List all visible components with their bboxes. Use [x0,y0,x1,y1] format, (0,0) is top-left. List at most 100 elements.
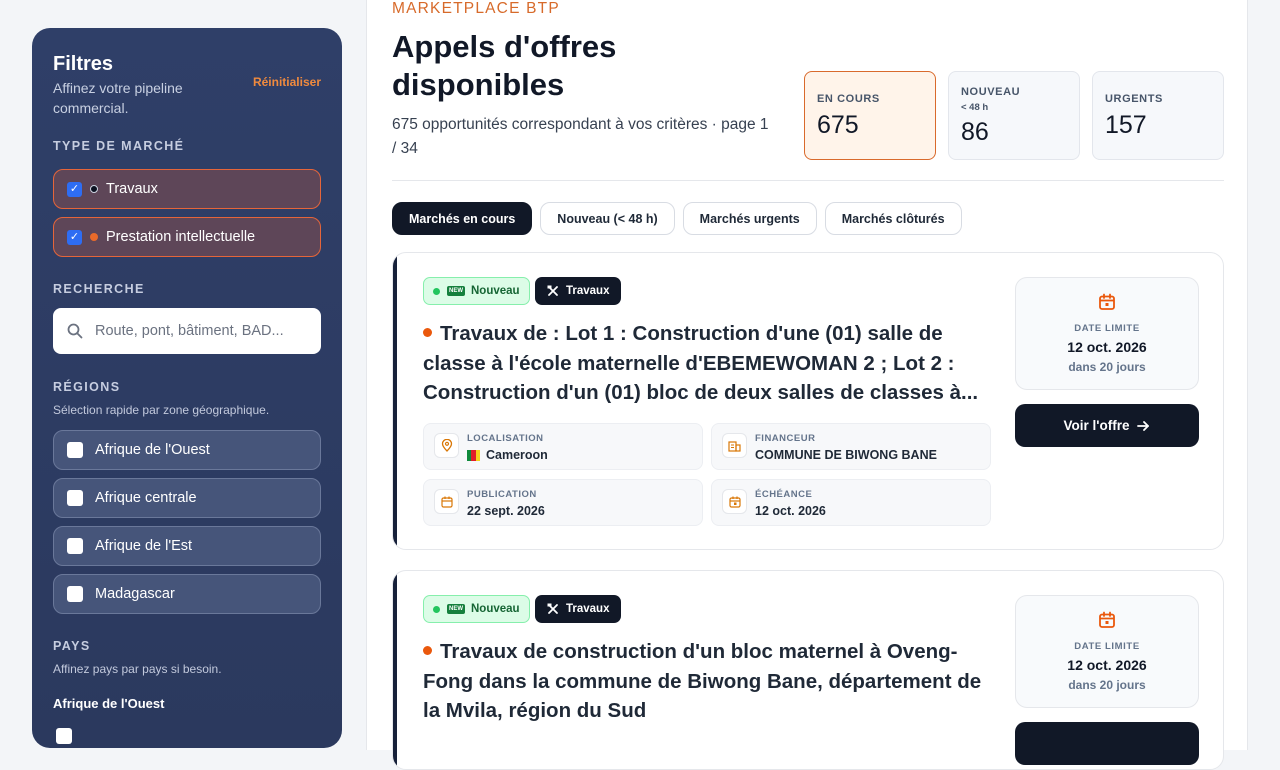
reset-filters-link[interactable]: Réinitialiser [253,75,321,89]
countries-hint: Affinez pays par pays si besoin. [53,662,222,676]
arrow-right-icon [1137,420,1150,431]
meta-location: LOCALISATION Cameroon [423,423,703,470]
region-option-madagascar[interactable]: Madagascar [53,574,321,614]
deadline-label: DATE LIMITE [1074,323,1140,334]
meta-funder: FINANCEUR COMMUNE DE BIWONG BANE [711,423,991,470]
calendar-icon [1099,611,1115,628]
meta-label: ÉCHÉANCE [755,489,813,500]
view-offer-button[interactable] [1015,722,1199,765]
meta-due: ÉCHÉANCE 12 oct. 2026 [711,479,991,526]
deadline-box: DATE LIMITE 12 oct. 2026 dans 20 jours [1015,277,1199,390]
checkbox-unchecked-icon[interactable] [67,442,83,458]
badge-type: Travaux [535,595,622,623]
option-label: Afrique de l'Ouest [95,442,210,458]
stat-nouveau[interactable]: NOUVEAU < 48 h 86 [948,71,1080,160]
calendar-icon [434,489,459,514]
badge-label: Travaux [566,603,610,615]
button-label: Voir l'offre [1063,418,1130,433]
filters-sidebar: Filtres Affinez votre pipeline commercia… [32,28,342,748]
checkbox-checked-icon[interactable] [67,181,82,197]
market-tabs: Marchés en cours Nouveau (< 48 h) Marché… [392,202,962,235]
type-dot-icon [90,185,98,193]
market-type-option-travaux[interactable]: Travaux [53,169,321,209]
search-input[interactable] [93,322,313,340]
stat-urgents[interactable]: URGENTS 157 [1092,71,1224,160]
tools-icon [547,603,558,614]
countries-heading: PAYS [53,639,91,653]
market-type-heading: TYPE DE MARCHÉ [53,139,185,153]
tender-title-text: Travaux de : Lot 1 : Construction d'une … [423,322,979,404]
badge-new: NEW Nouveau [423,595,530,623]
regions-heading: RÉGIONS [53,380,121,394]
cameroon-flag-icon [467,449,480,461]
deadline-box: DATE LIMITE 12 oct. 2026 dans 20 jours [1015,595,1199,708]
new-icon: NEW [447,286,465,296]
country-group-west-africa: Afrique de l'Ouest [53,696,165,711]
meta-label: PUBLICATION [467,489,537,500]
status-dot-icon [433,287,440,295]
badge-type: Travaux [535,277,622,305]
stat-value: 86 [961,118,989,146]
stat-sublabel: < 48 h [961,102,989,113]
tab-marches-clotures[interactable]: Marchés clôturés [824,202,962,235]
deadline-date: 12 oct. 2026 [1067,339,1147,355]
stat-label: NOUVEAU [961,86,1021,98]
stat-value: 157 [1105,111,1147,139]
tender-card[interactable]: NEW Nouveau Travaux Travaux de construct… [392,570,1224,770]
main-content: MARKETPLACE BTP Appels d'offres disponib… [366,0,1248,770]
search-icon [67,323,83,339]
checkbox-unchecked-icon[interactable] [67,586,83,602]
calendar-icon [1099,293,1115,310]
location-text: Cameroon [486,448,548,462]
meta-value: COMMUNE DE BIWONG BANE [755,448,937,462]
regions-hint: Sélection rapide par zone géographique. [53,403,270,417]
checkbox-checked-icon[interactable] [67,229,82,245]
meta-label: LOCALISATION [467,433,544,444]
tab-nouveau[interactable]: Nouveau (< 48 h) [540,202,675,235]
search-box [53,308,321,354]
stat-en-cours[interactable]: EN COURS 675 [804,71,936,160]
option-label: Afrique de l'Est [95,538,193,554]
checkbox-unchecked-icon[interactable] [67,490,83,506]
status-dot-icon [423,646,432,655]
deadline-date: 12 oct. 2026 [1067,657,1147,673]
tools-icon [547,285,558,296]
option-label: Travaux [106,181,158,197]
tender-title[interactable]: Travaux de : Lot 1 : Construction d'une … [423,319,998,408]
tab-marches-urgents[interactable]: Marchés urgents [682,202,817,235]
option-label: Prestation intellectuelle [106,229,256,245]
badge-label: Nouveau [471,285,520,297]
status-dot-icon [433,605,440,613]
market-type-option-prestation[interactable]: Prestation intellectuelle [53,217,321,257]
checkbox-unchecked-icon[interactable] [56,728,72,744]
meta-value: 22 sept. 2026 [467,504,545,518]
badge-label: Travaux [566,285,610,297]
option-label: Madagascar [95,586,175,602]
region-option-west-africa[interactable]: Afrique de l'Ouest [53,430,321,470]
stat-label: URGENTS [1105,93,1163,105]
badge-new: NEW Nouveau [423,277,530,305]
tender-title[interactable]: Travaux de construction d'un bloc matern… [423,637,998,726]
meta-value: 12 oct. 2026 [755,504,826,518]
region-option-central-africa[interactable]: Afrique centrale [53,478,321,518]
deadline-remaining: dans 20 jours [1068,678,1146,692]
tab-marches-en-cours[interactable]: Marchés en cours [392,202,533,235]
tender-card[interactable]: NEW Nouveau Travaux Travaux de : Lot 1 :… [392,252,1224,550]
filters-title: Filtres [53,53,114,75]
checkbox-unchecked-icon[interactable] [67,538,83,554]
region-option-east-africa[interactable]: Afrique de l'Est [53,526,321,566]
meta-value: Cameroon [467,448,548,462]
location-pin-icon [434,433,459,458]
status-dot-icon [423,328,432,337]
new-icon: NEW [447,604,465,614]
badge-label: Nouveau [471,603,520,615]
calendar-check-icon [722,489,747,514]
view-offer-button[interactable]: Voir l'offre [1015,404,1199,447]
header-divider [392,180,1224,181]
option-label: Afrique centrale [95,490,197,506]
meta-publication: PUBLICATION 22 sept. 2026 [423,479,703,526]
stat-value: 675 [817,111,859,139]
stat-label: EN COURS [817,93,880,105]
deadline-label: DATE LIMITE [1074,641,1140,652]
filters-subtitle: Affinez votre pipeline commercial. [53,80,183,116]
